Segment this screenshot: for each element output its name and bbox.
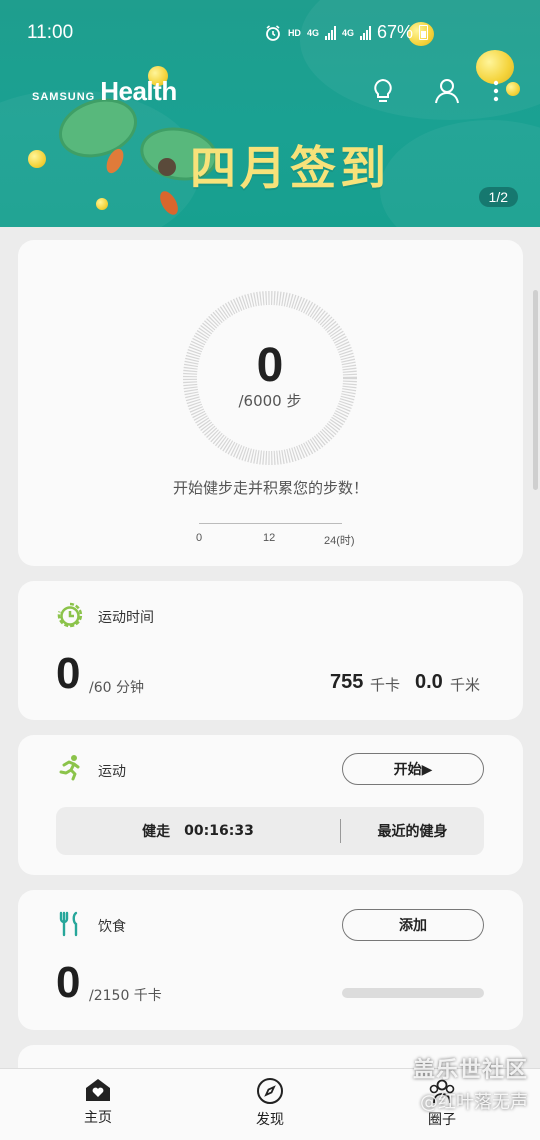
- signal-icon: [359, 25, 371, 40]
- header-banner[interactable]: 11:00 HD 4G 4G 67% SAMSUNG Health 四月签到 1…: [0, 0, 540, 227]
- steps-hourly-axis: [199, 523, 342, 524]
- signal-icon: [324, 25, 336, 40]
- lightbulb-icon[interactable]: [368, 76, 398, 106]
- food-progress-bar: [342, 988, 484, 998]
- home-heart-icon: [86, 1079, 110, 1101]
- calories-unit: 千卡: [370, 676, 401, 694]
- start-exercise-button[interactable]: 开始▶: [342, 753, 484, 785]
- calories-value: 755: [330, 671, 364, 693]
- logo-samsung: SAMSUNG: [32, 91, 96, 103]
- fork-knife-icon: [59, 911, 78, 937]
- profile-icon[interactable]: [432, 76, 462, 106]
- battery-icon: [419, 25, 428, 40]
- recent-workouts-link[interactable]: 最近的健身: [341, 807, 484, 855]
- active-time-card[interactable]: 运动时间 0 /60 分钟 755 千卡 0.0 千米: [18, 581, 523, 720]
- active-time-goal: /60 分钟: [89, 680, 144, 696]
- nav-discover-label: 发现: [256, 1112, 284, 1128]
- axis-tick-label: 12: [263, 532, 276, 544]
- food-card[interactable]: 饮食 添加 0 /2150 千卡: [18, 890, 523, 1030]
- nav-home-label: 主页: [84, 1110, 112, 1126]
- battery-percent: 67%: [376, 22, 413, 42]
- banner-page-indicator: 1/2: [478, 187, 518, 207]
- nav-home[interactable]: 主页: [38, 1077, 158, 1127]
- axis-tick-label: 24(时): [324, 535, 355, 547]
- last-workout-item[interactable]: 健走 00:16:33: [56, 807, 340, 855]
- net-label-2: 4G: [341, 27, 354, 38]
- food-title: 饮食: [98, 919, 126, 935]
- active-time-value: 0: [56, 649, 81, 698]
- more-icon[interactable]: [484, 76, 508, 106]
- steps-count: 0: [256, 339, 284, 392]
- alarm-icon: [266, 24, 280, 41]
- scrollbar[interactable]: [533, 290, 538, 490]
- active-time-title: 运动时间: [98, 610, 154, 626]
- coin-decoration: [28, 150, 46, 168]
- steps-message: 开始健步走并积累您的步数！: [172, 479, 368, 497]
- character-illustration: [158, 158, 176, 176]
- banner-title: 四月签到: [190, 141, 390, 195]
- samsung-health-logo: SAMSUNG Health: [32, 76, 177, 107]
- watermark-line-2: @红叶落无声: [420, 1092, 528, 1113]
- banner-decoration: [380, 120, 540, 227]
- distance-value: 0.0: [415, 671, 443, 693]
- watermark: 盖乐世社区 @红叶落无声: [368, 1052, 528, 1114]
- stopwatch-icon: [57, 602, 83, 628]
- compass-icon: [257, 1078, 283, 1104]
- last-workout-duration: 00:16:33: [184, 823, 254, 839]
- exercise-title: 运动: [98, 764, 126, 780]
- hd-label: HD: [287, 27, 301, 38]
- distance-unit: 千米: [450, 676, 481, 694]
- status-bar: 11:00 HD 4G 4G 67%: [0, 0, 540, 66]
- steps-card[interactable]: 0 /6000 步 开始健步走并积累您的步数！ 0 12 24(时): [18, 240, 523, 566]
- steps-goal: /6000 步: [238, 392, 302, 410]
- exercise-card[interactable]: 运动 开始▶ 健走 00:16:33 最近的健身: [18, 735, 523, 875]
- recent-workout-bar: 健走 00:16:33 最近的健身: [56, 807, 484, 855]
- status-time: 11:00: [27, 22, 74, 43]
- last-workout-type: 健走: [142, 824, 171, 840]
- food-calories-goal: /2150 千卡: [89, 988, 162, 1004]
- nav-discover[interactable]: 发现: [210, 1077, 330, 1129]
- coin-decoration: [506, 82, 520, 96]
- net-label-1: 4G: [306, 27, 319, 38]
- watermark-line-1: 盖乐世社区: [412, 1058, 528, 1083]
- running-icon: [59, 755, 80, 781]
- status-icons: HD 4G 4G 67%: [264, 22, 428, 43]
- axis-tick-label: 0: [196, 532, 203, 544]
- food-calories-value: 0: [56, 958, 81, 1007]
- add-food-button[interactable]: 添加: [342, 909, 484, 941]
- logo-health: Health: [100, 76, 177, 106]
- coin-decoration: [96, 198, 108, 210]
